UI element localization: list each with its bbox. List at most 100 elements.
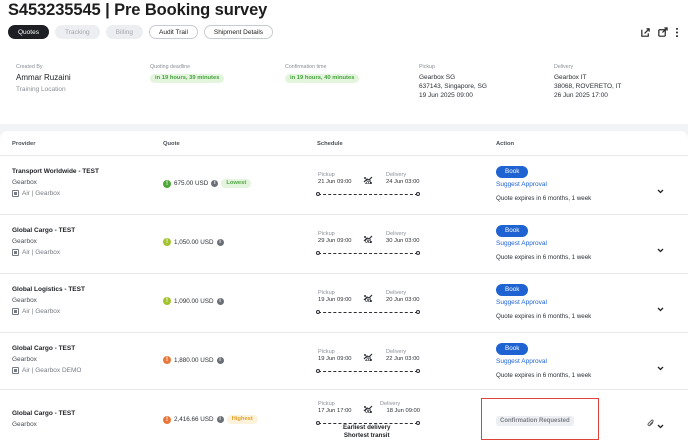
confirmation-time-badge: in 19 hours, 40 minutes	[285, 74, 360, 83]
quote-amount: ! 675.00 USD i Lowest	[163, 179, 252, 188]
quote-amount: ! 1,880.00 USD i	[163, 356, 224, 364]
divider	[0, 214, 688, 215]
delivery-label: Delivery	[386, 231, 407, 237]
info-icon[interactable]: i	[216, 297, 224, 305]
book-button[interactable]: Book	[496, 343, 529, 355]
lowest-tag: Lowest	[221, 179, 252, 188]
timeline-start-dot	[316, 310, 320, 314]
delivery-time: 22 Jun 03:00	[386, 356, 420, 362]
quote-expiry: Quote expires in 6 months, 1 week	[496, 254, 592, 261]
tab-tracking[interactable]: Tracking	[54, 25, 100, 39]
chevron-down-icon[interactable]	[657, 416, 664, 434]
suggest-approval-link[interactable]: Suggest Approval	[496, 299, 547, 306]
header-actions	[640, 27, 680, 38]
pickup-time: 21 Jun 09:00	[318, 179, 352, 185]
book-button[interactable]: Book	[496, 225, 529, 237]
tab-audit-trail[interactable]: Audit Trail	[149, 25, 198, 39]
quote-expiry: Quote expires in 6 months, 1 week	[496, 372, 592, 379]
attachment-icon[interactable]	[647, 415, 655, 433]
open-external-icon[interactable]	[657, 27, 668, 38]
transit-duration: 2d	[365, 357, 371, 363]
delivery-label: Delivery	[554, 64, 574, 70]
air-mode-icon	[12, 249, 19, 256]
delivery-label: Delivery	[386, 290, 407, 296]
quote-value: 2,416.66 USD	[174, 416, 214, 423]
air-mode-icon	[12, 308, 19, 315]
info-icon[interactable]: i	[216, 238, 224, 246]
transport-mode-text: Air | Gearbox	[22, 308, 61, 315]
chevron-down-icon[interactable]	[657, 299, 664, 317]
page-title: S453235545 | Pre Booking survey	[8, 1, 268, 19]
pickup-address: 637143, Singapore, SG	[419, 83, 487, 90]
price-rank-icon: !	[163, 297, 171, 305]
quote-expiry: Quote expires in 6 months, 1 week	[496, 195, 592, 202]
chevron-down-icon[interactable]	[657, 240, 664, 258]
provider-company: Gearbox	[12, 238, 37, 245]
quote-value: 1,880.00 USD	[174, 356, 214, 364]
quote-amount: ! 1,050.00 USD i	[163, 238, 224, 246]
delivery-address: 38068, ROVERETO, IT	[554, 83, 622, 90]
transport-mode: Air | Gearbox DEMO	[12, 367, 81, 374]
timeline-end-dot	[416, 192, 420, 196]
column-provider: Provider	[12, 141, 36, 147]
transit-duration: 2d	[365, 180, 371, 186]
book-button[interactable]: Book	[496, 166, 529, 178]
provider-name: Global Cargo - TEST	[12, 345, 76, 352]
provider-company: Gearbox	[12, 421, 37, 428]
quote-amount: ! 2,416.66 USD i Highest	[163, 415, 258, 424]
tab-quotes[interactable]: Quotes	[8, 25, 49, 39]
transport-mode-text: Air | Gearbox DEMO	[22, 367, 82, 374]
price-rank-icon: !	[163, 356, 171, 364]
transport-mode-text: Air | Gearbox	[22, 190, 61, 197]
suggest-approval-link[interactable]: Suggest Approval	[496, 181, 547, 188]
quote-value: 675.00 USD	[174, 180, 209, 187]
timeline-start-dot	[316, 369, 320, 373]
pickup-label: Pickup	[318, 349, 335, 355]
provider-name: Global Cargo - TEST	[12, 227, 76, 234]
pickup-time: 19 Jun 09:00	[318, 297, 352, 303]
transport-mode-text: Air | Gearbox	[22, 249, 61, 256]
transit-duration: 0d	[365, 239, 371, 245]
page-header: S453235545 | Pre Booking survey Quotes T…	[0, 0, 688, 124]
transport-mode: Air | Gearbox	[12, 249, 60, 256]
info-icon[interactable]: i	[216, 416, 224, 423]
price-rank-icon: !	[163, 415, 171, 424]
chevron-down-icon[interactable]	[657, 358, 664, 376]
info-icon[interactable]: i	[211, 180, 219, 187]
more-vertical-icon[interactable]	[674, 27, 680, 38]
info-icon[interactable]: i	[216, 356, 224, 364]
tab-shipment-details[interactable]: Shipment Details	[203, 25, 274, 39]
creator-name: Ammar Ruzaini	[16, 73, 71, 82]
confirmation-status: Confirmation Requested	[496, 416, 574, 426]
timeline-start-dot	[316, 251, 320, 255]
shortest-transit-badge: Shortest transit	[343, 432, 390, 439]
highest-tag: Highest	[226, 415, 258, 424]
provider-name: Global Cargo - TEST	[12, 410, 76, 417]
pickup-name: Gearbox SG	[419, 74, 456, 81]
pickup-label: Pickup	[318, 172, 335, 178]
transport-mode: Air | Gearbox	[12, 308, 60, 315]
quoting-deadline-badge: in 19 hours, 39 minutes	[150, 74, 225, 83]
suggest-approval-link[interactable]: Suggest Approval	[496, 358, 547, 365]
schedule-badges: Earliest delivery Shortest transit	[343, 424, 390, 440]
column-action: Action	[496, 141, 515, 147]
timeline-start-dot	[316, 192, 320, 196]
transit-duration: 0d	[365, 409, 371, 415]
delivery-time: 24 Jun 03:00	[386, 179, 420, 185]
divider	[0, 155, 688, 156]
schedule-timeline: Pickup 29 Jun 09:00 Delivery 30 Jun 03:0…	[316, 231, 420, 261]
tab-billing[interactable]: Billing	[105, 25, 143, 39]
air-mode-icon	[12, 367, 19, 374]
export-icon[interactable]	[640, 27, 651, 38]
delivery-time: 18 Jun 09:00	[386, 408, 420, 414]
book-button[interactable]: Book	[496, 284, 529, 296]
chevron-down-icon[interactable]	[657, 181, 664, 199]
transit-duration: 0d	[365, 298, 371, 304]
delivery-label: Delivery	[386, 349, 407, 355]
suggest-approval-link[interactable]: Suggest Approval	[496, 240, 547, 247]
timeline-end-dot	[416, 310, 420, 314]
delivery-time: 20 Jun 03:00	[386, 297, 420, 303]
schedule-timeline: Pickup 19 Jun 09:00 Delivery 22 Jun 03:0…	[316, 349, 420, 379]
column-quote: Quote	[163, 141, 180, 147]
quote-expiry: Quote expires in 6 months, 1 week	[496, 313, 592, 320]
